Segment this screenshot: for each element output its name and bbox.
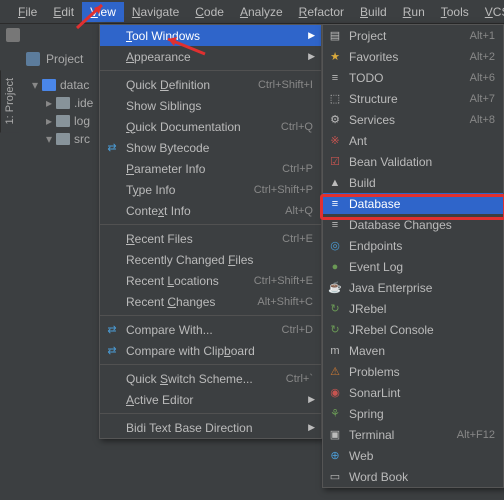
db-icon: ≡ xyxy=(328,197,342,211)
toolwindow-item-favorites[interactable]: ★FavoritesAlt+2 xyxy=(323,46,503,67)
project-panel-title: Project xyxy=(46,52,83,66)
terminal-icon: ▣ xyxy=(328,428,342,442)
project-icon: ▤ xyxy=(328,29,342,43)
menu-item-parameter-info[interactable]: Parameter InfoCtrl+P xyxy=(100,158,321,179)
toolwindow-item-bean-validation[interactable]: ☑Bean Validation xyxy=(323,151,503,172)
menubar-item-tools[interactable]: Tools xyxy=(433,2,477,22)
toolwindow-item-services[interactable]: ⚙ServicesAlt+8 xyxy=(323,109,503,130)
endpoints-icon: ◎ xyxy=(328,239,342,253)
toolwindow-item-build[interactable]: ▲Build xyxy=(323,172,503,193)
menu-item-tool-windows[interactable]: Tool Windows▶ xyxy=(100,25,321,46)
todo-icon: ≡ xyxy=(328,71,342,85)
menubar-item-code[interactable]: Code xyxy=(187,2,232,22)
sonar-icon: ◉ xyxy=(328,386,342,400)
menu-item-compare-with-clipboard[interactable]: ⇄Compare with Clipboard xyxy=(100,340,321,361)
wordbook-icon: ▭ xyxy=(328,470,342,484)
toolwindow-item-jrebel[interactable]: ↻JRebel xyxy=(323,298,503,319)
toolwindow-item-project[interactable]: ▤ProjectAlt+1 xyxy=(323,25,503,46)
menu-item-recent-changes[interactable]: Recent ChangesAlt+Shift+C xyxy=(100,291,321,312)
menubar-item-refactor[interactable]: Refactor xyxy=(291,2,352,22)
menubar-item-run[interactable]: Run xyxy=(395,2,433,22)
toolwindow-item-database[interactable]: ≡Database xyxy=(323,193,503,214)
toolwindow-item-ant[interactable]: ※Ant xyxy=(323,130,503,151)
toolwindow-item-java-enterprise[interactable]: ☕Java Enterprise xyxy=(323,277,503,298)
structure-icon: ⬚ xyxy=(328,92,342,106)
build-icon: ▲ xyxy=(328,176,342,190)
toolwindow-item-jrebel-console[interactable]: ↻JRebel Console xyxy=(323,319,503,340)
menubar-item-file[interactable]: File xyxy=(10,2,45,22)
toolwindow-item-todo[interactable]: ≡TODOAlt+6 xyxy=(323,67,503,88)
menu-item-recently-changed-files[interactable]: Recently Changed Files xyxy=(100,249,321,270)
menu-item-recent-files[interactable]: Recent FilesCtrl+E xyxy=(100,228,321,249)
ant-icon: ※ xyxy=(328,134,342,148)
dbchanges-icon: ≡ xyxy=(328,218,342,232)
toolwindow-item-terminal[interactable]: ▣TerminalAlt+F12 xyxy=(323,424,503,445)
toolwindow-item-problems[interactable]: ⚠Problems xyxy=(323,361,503,382)
toolwindow-item-database-changes[interactable]: ≡Database Changes xyxy=(323,214,503,235)
toolwindow-item-web[interactable]: ⊕Web xyxy=(323,445,503,466)
menubar-item-build[interactable]: Build xyxy=(352,2,395,22)
toolbar-folder-icon[interactable] xyxy=(6,28,20,42)
toolwindow-item-maven[interactable]: mMaven xyxy=(323,340,503,361)
menu-item-recent-locations[interactable]: Recent LocationsCtrl+Shift+E xyxy=(100,270,321,291)
toolwindow-item-spring[interactable]: ⚘Spring xyxy=(323,403,503,424)
side-tab-project[interactable]: 1: Project xyxy=(0,70,19,132)
menu-item-show-bytecode[interactable]: ⇄Show Bytecode xyxy=(100,137,321,158)
menubar-item-navigate[interactable]: Navigate xyxy=(124,2,187,22)
maven-icon: m xyxy=(328,344,342,358)
jrebelc-icon: ↻ xyxy=(328,323,342,337)
menu-item-quick-switch-scheme-[interactable]: Quick Switch Scheme...Ctrl+` xyxy=(100,368,321,389)
menubar-item-edit[interactable]: Edit xyxy=(45,2,82,22)
menubar-item-analyze[interactable]: Analyze xyxy=(232,2,291,22)
bean-icon: ☑ xyxy=(328,155,342,169)
menu-item-quick-documentation[interactable]: Quick DocumentationCtrl+Q xyxy=(100,116,321,137)
menu-item-type-info[interactable]: Type InfoCtrl+Shift+P xyxy=(100,179,321,200)
toolwindow-item-word-book[interactable]: ▭Word Book xyxy=(323,466,503,487)
menu-item-appearance[interactable]: Appearance▶ xyxy=(100,46,321,67)
services-icon: ⚙ xyxy=(328,113,342,127)
menu-item-active-editor[interactable]: Active Editor▶ xyxy=(100,389,321,410)
star-icon: ★ xyxy=(328,50,342,64)
menubar: FileEditViewNavigateCodeAnalyzeRefactorB… xyxy=(0,0,504,24)
toolwindow-item-endpoints[interactable]: ◎Endpoints xyxy=(323,235,503,256)
menubar-item-vcs[interactable]: VCS xyxy=(477,2,504,22)
toolwindow-item-sonarlint[interactable]: ◉SonarLint xyxy=(323,382,503,403)
menu-item-compare-with-[interactable]: ⇄Compare With...Ctrl+D xyxy=(100,319,321,340)
spring-icon: ⚘ xyxy=(328,407,342,421)
jee-icon: ☕ xyxy=(328,281,342,295)
menu-item-quick-definition[interactable]: Quick DefinitionCtrl+Shift+I xyxy=(100,74,321,95)
menu-item-show-siblings[interactable]: Show Siblings xyxy=(100,95,321,116)
jrebel-icon: ↻ xyxy=(328,302,342,316)
toolwindow-item-structure[interactable]: ⬚StructureAlt+7 xyxy=(323,88,503,109)
menubar-item-view[interactable]: View xyxy=(82,2,124,22)
menu-item-bidi-text-base-direction[interactable]: Bidi Text Base Direction▶ xyxy=(100,417,321,438)
eventlog-icon: ● xyxy=(328,260,342,274)
tool-windows-submenu: ▤ProjectAlt+1★FavoritesAlt+2≡TODOAlt+6⬚S… xyxy=(322,24,504,488)
problems-icon: ⚠ xyxy=(328,365,342,379)
project-panel-icon xyxy=(26,52,40,66)
menu-item-context-info[interactable]: Context InfoAlt+Q xyxy=(100,200,321,221)
view-menu-dropdown: Tool Windows▶Appearance▶ Quick Definition… xyxy=(99,24,322,439)
toolwindow-item-event-log[interactable]: ●Event Log xyxy=(323,256,503,277)
web-icon: ⊕ xyxy=(328,449,342,463)
